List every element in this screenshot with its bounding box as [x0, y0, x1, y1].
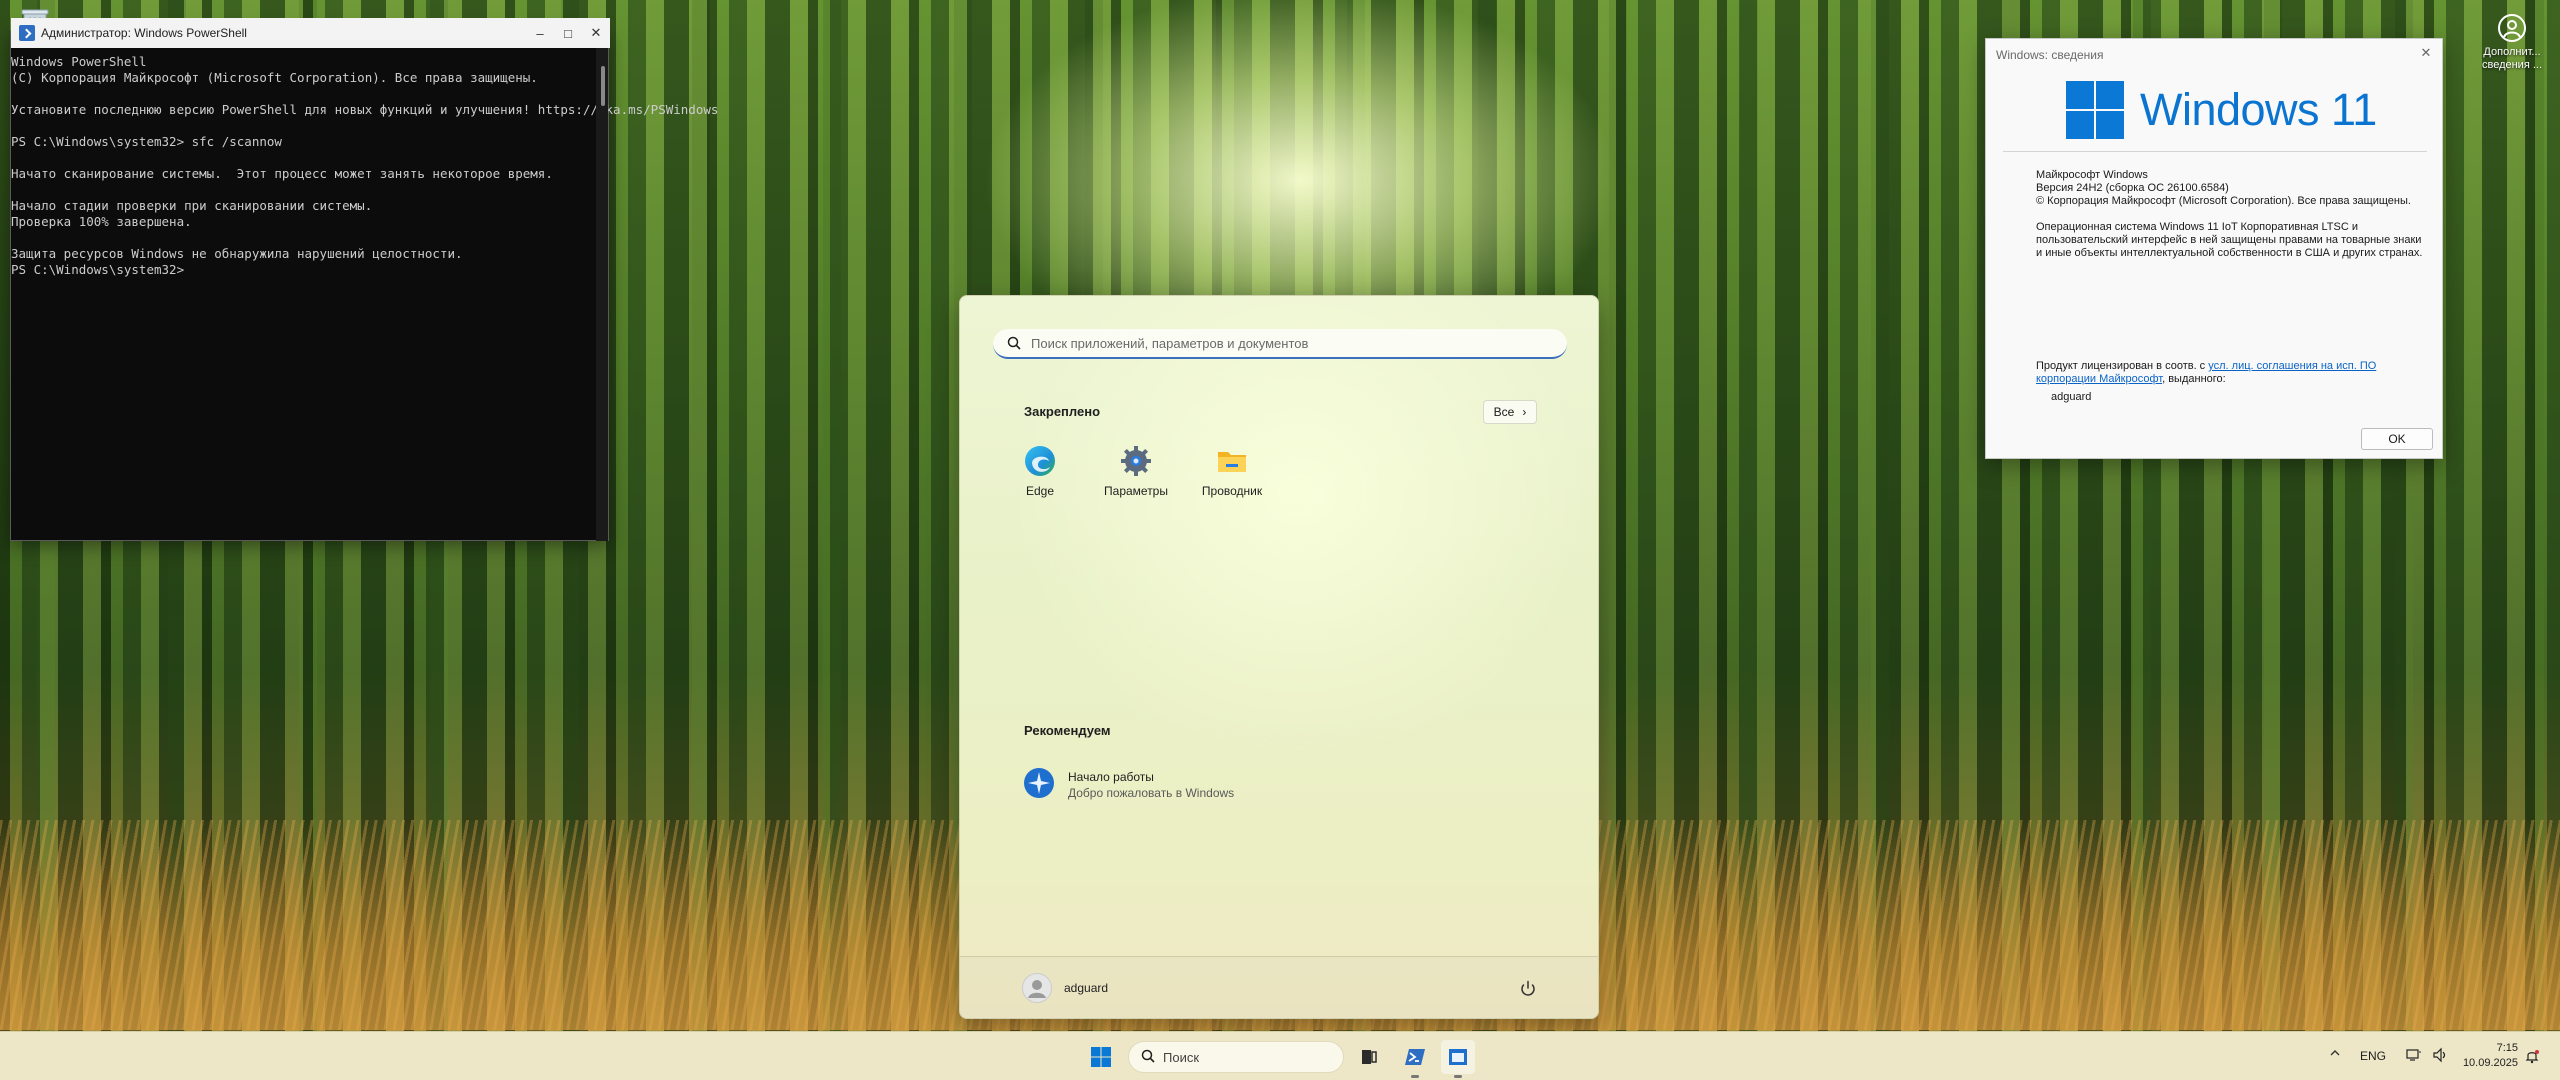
search-input[interactable]	[1031, 335, 1567, 351]
console-line: Начато сканирование системы. Этот процес…	[11, 166, 553, 181]
taskbar-powershell-button[interactable]	[1398, 1040, 1432, 1078]
edge-icon	[1023, 444, 1057, 478]
network-icon[interactable]	[2406, 1047, 2422, 1066]
console-line: Защита ресурсов Windows не обнаружила на…	[11, 246, 463, 261]
app-window-icon	[1449, 1049, 1467, 1065]
windows-start-icon	[1091, 1047, 1111, 1067]
search-icon	[1007, 336, 1021, 350]
power-icon[interactable]	[1516, 977, 1540, 1001]
product-name: Майкрософт Windows	[2036, 169, 2148, 181]
winver-title: Windows: сведения	[1996, 48, 2104, 62]
version-line: Версия 24H2 (сборка ОС 26100.6584)	[2036, 182, 2229, 194]
input-language-indicator[interactable]: ENG	[2360, 1049, 2386, 1063]
chevron-right-icon: ›	[1522, 405, 1527, 419]
powershell-console-output[interactable]: Windows PowerShell (C) Корпорация Майкрос…	[11, 48, 719, 541]
task-view-icon	[1362, 1050, 1377, 1064]
winver-info: Майкрософт Windows Версия 24H2 (сборка О…	[2036, 169, 2426, 260]
file-explorer-icon	[1215, 444, 1249, 478]
license-prefix: Продукт лицензирован в соотв. с	[2036, 360, 2209, 372]
winver-dialog[interactable]: Windows: сведения ✕ Windows 11 Майкрософ…	[1985, 38, 2443, 459]
ok-button[interactable]: OK	[2361, 428, 2433, 450]
recommended-item-get-started[interactable]: Начало работы Добро пожаловать в Windows	[1022, 766, 1234, 803]
license-suffix: , выданного:	[2162, 373, 2226, 385]
start-menu[interactable]: Закреплено Все › Edge	[959, 295, 1599, 1019]
windows-tiles-icon	[2066, 81, 2124, 139]
maximize-button[interactable]: □	[554, 18, 582, 48]
console-scrollbar-thumb[interactable]	[601, 66, 605, 106]
powershell-icon	[1405, 1049, 1425, 1065]
desktop-shortcut-label: Дополнит... сведения ...	[2481, 46, 2543, 71]
notification-bell-icon[interactable]	[2524, 1048, 2540, 1067]
desktop-shortcut-extra-info[interactable]: Дополнит... сведения ...	[2476, 14, 2548, 72]
recommended-header: Рекомендуем	[1024, 723, 1111, 738]
running-indicator	[1454, 1075, 1462, 1078]
clock-time: 7:15	[2496, 1042, 2518, 1054]
pinned-app-label: Edge	[1025, 484, 1055, 498]
task-view-button[interactable]	[1352, 1040, 1386, 1074]
minimize-button[interactable]: –	[526, 18, 554, 48]
divider	[2003, 151, 2427, 152]
user-name: adguard	[1064, 981, 1109, 995]
windows-wordmark: Windows 11	[2140, 84, 2377, 135]
start-button[interactable]	[1084, 1040, 1118, 1074]
taskbar-search-label: Поиск	[1163, 1049, 1200, 1065]
volume-icon[interactable]	[2432, 1047, 2448, 1066]
console-line: Windows PowerShell	[11, 54, 147, 69]
console-line: Установите последнюю версию PowerShell д…	[11, 102, 719, 117]
trademark-paragraph: Операционная система Windows 11 IoT Корп…	[2036, 221, 2423, 259]
taskbar-search-box[interactable]: Поиск	[1128, 1041, 1344, 1073]
system-tray-icons[interactable]	[2406, 1047, 2448, 1066]
clock-date: 10.09.2025	[2462, 1057, 2518, 1069]
powershell-window[interactable]: Администратор: Windows PowerShell – □ ✕ …	[10, 18, 719, 541]
licensed-user: adguard	[2051, 391, 2092, 403]
powershell-icon	[19, 25, 35, 41]
start-search-box[interactable]	[993, 329, 1567, 359]
pinned-app-settings[interactable]: Параметры	[1096, 444, 1176, 498]
all-apps-button[interactable]: Все ›	[1483, 400, 1537, 424]
recommended-item-subtitle: Добро пожаловать в Windows	[1068, 785, 1235, 800]
copyright-line: © Корпорация Майкрософт (Microsoft Corpo…	[2036, 195, 2411, 207]
console-line: Проверка 100% завершена.	[11, 214, 192, 229]
get-started-icon	[1022, 766, 1056, 803]
start-menu-footer: adguard	[960, 956, 1598, 1018]
running-indicator	[1411, 1075, 1419, 1078]
settings-gear-icon	[1119, 444, 1153, 478]
windows-logo: Windows 11	[2066, 81, 2377, 139]
close-button[interactable]: ✕	[582, 18, 610, 48]
search-icon	[1141, 1049, 1155, 1066]
console-line: Начало стадии проверки при сканировании …	[11, 198, 373, 213]
console-line: PS C:\Windows\system32> sfc /scannow	[11, 134, 282, 149]
console-scrollbar[interactable]	[596, 48, 608, 541]
taskbar: Поиск ENG 7:15 10.09.2025	[0, 1031, 2560, 1080]
user-avatar-icon	[1022, 973, 1052, 1003]
pinned-app-label: Проводник	[1201, 484, 1263, 498]
taskbar-winver-button[interactable]	[1441, 1040, 1475, 1078]
show-hidden-icons-caret[interactable]	[2328, 1046, 2344, 1062]
console-line: PS C:\Windows\system32>	[11, 262, 185, 277]
close-icon[interactable]: ✕	[2416, 43, 2436, 63]
pinned-app-explorer[interactable]: Проводник	[1192, 444, 1272, 498]
console-line: (C) Корпорация Майкрософт (Microsoft Cor…	[11, 70, 538, 85]
license-text: Продукт лицензирован в соотв. с усл. лиц…	[2036, 360, 2426, 386]
pinned-app-label: Параметры	[1104, 484, 1168, 498]
pinned-header: Закреплено	[1024, 404, 1101, 419]
info-circle-icon	[2498, 14, 2526, 42]
pinned-app-edge[interactable]: Edge	[1000, 444, 1080, 498]
recommended-item-title: Начало работы	[1068, 769, 1154, 784]
all-apps-label: Все	[1493, 405, 1515, 419]
powershell-title: Администратор: Windows PowerShell	[41, 26, 247, 40]
user-account-button[interactable]: adguard	[1022, 973, 1108, 1003]
powershell-titlebar[interactable]: Администратор: Windows PowerShell – □ ✕	[11, 18, 610, 48]
clock[interactable]: 7:15 10.09.2025	[2458, 1041, 2518, 1071]
